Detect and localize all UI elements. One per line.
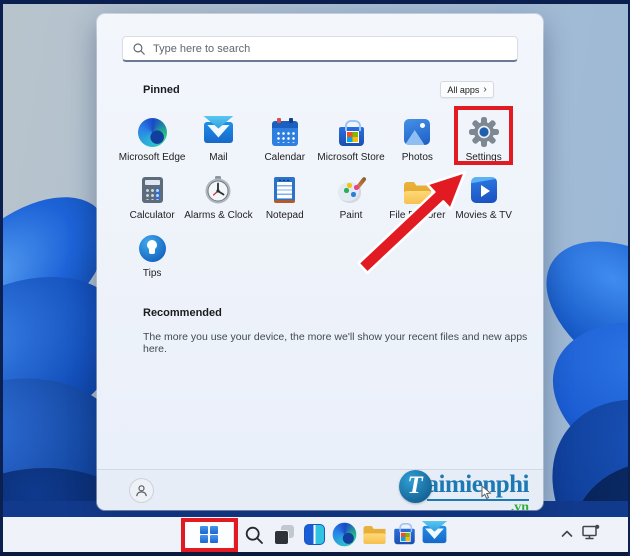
taskbar-store-button[interactable]: [389, 520, 419, 550]
calendar-icon: [271, 118, 298, 146]
app-tile-paint[interactable]: Paint: [318, 169, 384, 227]
hidden-icons-chevron[interactable]: [560, 526, 574, 544]
taskbar: [0, 517, 630, 552]
taskbar-edge-button[interactable]: [329, 520, 359, 550]
folder-icon: [362, 525, 386, 544]
frame-edge: [0, 0, 630, 4]
app-label: Microsoft Edge: [118, 152, 186, 163]
display-device-icon: [582, 524, 600, 540]
taskbar-mail-button[interactable]: [419, 520, 449, 550]
edge-icon: [137, 117, 167, 147]
app-tile-microsoft-edge[interactable]: Microsoft Edge: [118, 111, 186, 169]
alarm-clock-icon: [205, 176, 231, 204]
app-label: Alarms & Clock: [184, 210, 253, 221]
app-label: Microsoft Store: [317, 152, 385, 163]
chevron-right-icon: ›: [483, 83, 487, 95]
app-tile-microsoft-store[interactable]: Microsoft Store: [317, 111, 385, 169]
app-tile-notepad[interactable]: Notepad: [252, 169, 318, 227]
start-search-box[interactable]: [122, 36, 518, 62]
store-icon: [338, 120, 364, 146]
movies-tv-icon: [470, 177, 497, 203]
tray-device-button[interactable]: [581, 523, 601, 546]
recommended-empty-text: The more you use your device, the more w…: [143, 331, 528, 355]
frame-edge: [0, 552, 630, 556]
app-tile-file-explorer[interactable]: File Explorer: [384, 169, 450, 227]
frame-edge: [0, 0, 3, 556]
app-label: File Explorer: [389, 210, 446, 221]
app-label: Notepad: [265, 210, 304, 221]
app-tile-mail[interactable]: Mail: [185, 111, 251, 169]
app-label: Calendar: [264, 152, 306, 163]
widgets-button[interactable]: [299, 520, 329, 550]
edge-icon: [332, 522, 356, 547]
start-menu-panel: Pinned All apps › Microsoft Edge Mail Ca…: [97, 14, 543, 510]
app-label: Movies & TV: [455, 210, 512, 221]
search-input[interactable]: [153, 42, 508, 55]
mail-icon: [203, 121, 233, 143]
mail-icon: [422, 525, 446, 544]
widgets-icon: [303, 524, 325, 545]
app-label: Mail: [209, 152, 228, 163]
app-tile-calendar[interactable]: Calendar: [252, 111, 318, 169]
watermark-t-badge: T: [398, 469, 432, 503]
task-view-button[interactable]: [269, 520, 299, 550]
task-view-icon: [273, 524, 295, 546]
settings-highlight-box: [454, 106, 513, 165]
watermark-text: aimienphi: [426, 472, 530, 501]
pinned-section-title: Pinned: [143, 84, 180, 96]
search-icon: [245, 526, 263, 544]
app-label: Paint: [339, 210, 363, 221]
user-account-button[interactable]: [130, 478, 153, 502]
taimienphi-watermark: T aimienphi .vn: [398, 469, 530, 510]
start-button-highlight-box: [181, 518, 238, 552]
folder-icon: [403, 182, 431, 204]
watermark-vn: .vn: [510, 499, 529, 511]
app-label: Tips: [142, 268, 162, 279]
app-tile-movies-tv[interactable]: Movies & TV: [450, 169, 516, 227]
start-menu-user-bar: T aimienphi .vn: [97, 469, 543, 510]
paint-palette-icon: [337, 175, 366, 204]
taskbar-search-button[interactable]: [239, 520, 269, 550]
tips-bulb-icon: [138, 234, 166, 262]
chevron-up-icon: [561, 530, 573, 537]
search-icon: [133, 42, 145, 55]
mouse-cursor-icon: [481, 485, 493, 500]
app-tile-photos[interactable]: Photos: [384, 111, 450, 169]
calculator-icon: [141, 177, 163, 203]
notepad-icon: [274, 177, 296, 203]
app-tile-calculator[interactable]: Calculator: [119, 169, 185, 227]
system-tray: [560, 517, 601, 552]
app-tile-alarms-clock[interactable]: Alarms & Clock: [184, 169, 253, 227]
app-tile-tips[interactable]: Tips: [119, 227, 185, 285]
user-icon: [136, 484, 147, 496]
photos-icon: [404, 119, 431, 145]
all-apps-button[interactable]: All apps ›: [440, 81, 494, 98]
all-apps-label: All apps: [447, 84, 480, 95]
store-icon: [393, 522, 415, 545]
recommended-section-title: Recommended: [143, 307, 222, 319]
app-label: Calculator: [129, 210, 175, 221]
taskbar-file-explorer-button[interactable]: [359, 520, 389, 550]
app-label: Photos: [401, 152, 433, 163]
